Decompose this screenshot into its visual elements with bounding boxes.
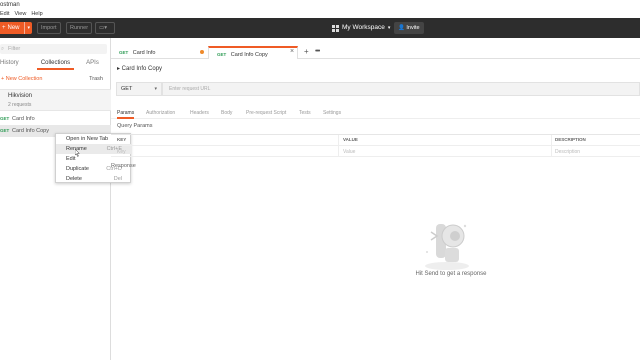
tab-history[interactable]: History <box>0 56 37 70</box>
request-tab-active[interactable]: GET Card Info Copy <box>208 46 298 59</box>
request-tab[interactable]: GET Card Info <box>111 46 206 59</box>
url-row: GET ▾ Enter request URL <box>116 82 640 96</box>
params-table: KEY VALUE DESCRIPTION Key Value Descript… <box>111 134 640 160</box>
method-badge: GET <box>217 52 227 57</box>
chevron-down-icon: ▾ <box>387 25 391 31</box>
tab-apis[interactable]: APIs <box>74 56 111 70</box>
new-button[interactable]: + New ▾ <box>0 22 32 34</box>
sidebar: ⌕ Filter History Collections APIs + New … <box>0 38 111 360</box>
query-params-label: Query Params <box>117 123 153 129</box>
tab-params[interactable]: Params <box>117 107 135 119</box>
tab-authorization[interactable]: Authorization <box>146 107 175 119</box>
tab-settings[interactable]: Settings <box>323 107 341 119</box>
plus-icon: + <box>2 25 6 31</box>
close-icon[interactable]: × <box>290 45 294 58</box>
new-window-button[interactable]: ▭▾ <box>95 22 115 34</box>
tab-collections[interactable]: Collections <box>37 56 74 70</box>
method-select[interactable]: GET ▾ <box>116 82 162 96</box>
empty-response-text: Hit Send to get a response <box>415 271 487 277</box>
workspace-label: My Workspace <box>342 24 385 31</box>
window-icon: ▭▾ <box>99 25 107 31</box>
response-label: Response <box>111 163 136 169</box>
import-button[interactable]: Import <box>37 22 61 34</box>
breadcrumb: ▸ Card Info Copy <box>117 66 163 72</box>
request-subtabs: Params Authorization Headers Body Pre-re… <box>111 107 640 119</box>
column-header-value: VALUE <box>343 137 358 142</box>
value-input[interactable]: Value <box>343 146 355 158</box>
sidebar-tabs: History Collections APIs <box>0 56 111 70</box>
request-item[interactable]: GET Card Info <box>0 113 111 125</box>
trash-button[interactable]: Trash <box>89 74 103 84</box>
window-title: ostman <box>0 0 640 10</box>
method-badge: GET <box>0 128 10 133</box>
grid-icon <box>332 24 339 32</box>
method-badge: GET <box>0 116 10 121</box>
invite-button[interactable]: 👤 Invite <box>394 22 424 34</box>
astronaut-illustration-icon <box>425 224 469 270</box>
workspace-selector[interactable]: My Workspace ▾ <box>332 22 390 34</box>
tab-body[interactable]: Body <box>221 107 232 119</box>
column-header-description: DESCRIPTION <box>555 137 586 142</box>
menu-bar: Edit View Help <box>0 10 640 18</box>
add-tab-icon[interactable]: + <box>304 45 309 58</box>
collection-name: Hikvision <box>8 93 33 99</box>
main-panel: GET Card Info GET Card Info Copy × + •••… <box>111 38 640 360</box>
description-input[interactable]: Description <box>555 146 580 158</box>
runner-button[interactable]: Runner <box>66 22 93 34</box>
new-collection-button[interactable]: + New Collection <box>1 74 42 84</box>
more-icon[interactable]: ••• <box>315 45 320 58</box>
menu-edit[interactable]: Edit <box>0 10 9 18</box>
method-badge: GET <box>119 50 129 55</box>
user-add-icon: 👤 <box>398 25 405 31</box>
menu-view[interactable]: View <box>14 10 26 18</box>
filter-input[interactable]: ⌕ Filter <box>0 44 107 54</box>
table-row: Key Value Description <box>111 145 640 157</box>
request-name: Card Info <box>12 116 35 122</box>
tab-label: Card Info Copy <box>230 52 268 58</box>
mouse-cursor-icon <box>75 149 80 157</box>
menu-help[interactable]: Help <box>31 10 42 18</box>
unsaved-dot-icon <box>200 50 204 54</box>
search-icon: ⌕ <box>1 46 5 52</box>
column-header-key: KEY <box>117 137 127 142</box>
new-label: New <box>7 25 20 31</box>
collection-count: 2 requests <box>8 102 32 108</box>
chevron-down-icon[interactable]: ▾ <box>23 22 30 34</box>
key-input[interactable]: Key <box>117 146 126 158</box>
request-tabbar: GET Card Info GET Card Info Copy × + ••• <box>111 45 640 59</box>
request-name: Card Info Copy <box>12 128 49 134</box>
collection-item[interactable]: Hikvision 2 requests <box>0 89 111 111</box>
tab-label: Card Info <box>132 50 156 56</box>
top-toolbar: + New ▾ Import Runner ▭▾ My Workspace ▾ … <box>0 18 640 38</box>
url-input[interactable]: Enter request URL <box>162 82 640 96</box>
tab-tests[interactable]: Tests <box>299 107 311 119</box>
chevron-down-icon: ▾ <box>154 86 157 92</box>
sidebar-actions: + New Collection Trash <box>0 74 111 84</box>
tab-pre-request-script[interactable]: Pre-request Script <box>246 107 286 119</box>
tab-headers[interactable]: Headers <box>190 107 209 119</box>
